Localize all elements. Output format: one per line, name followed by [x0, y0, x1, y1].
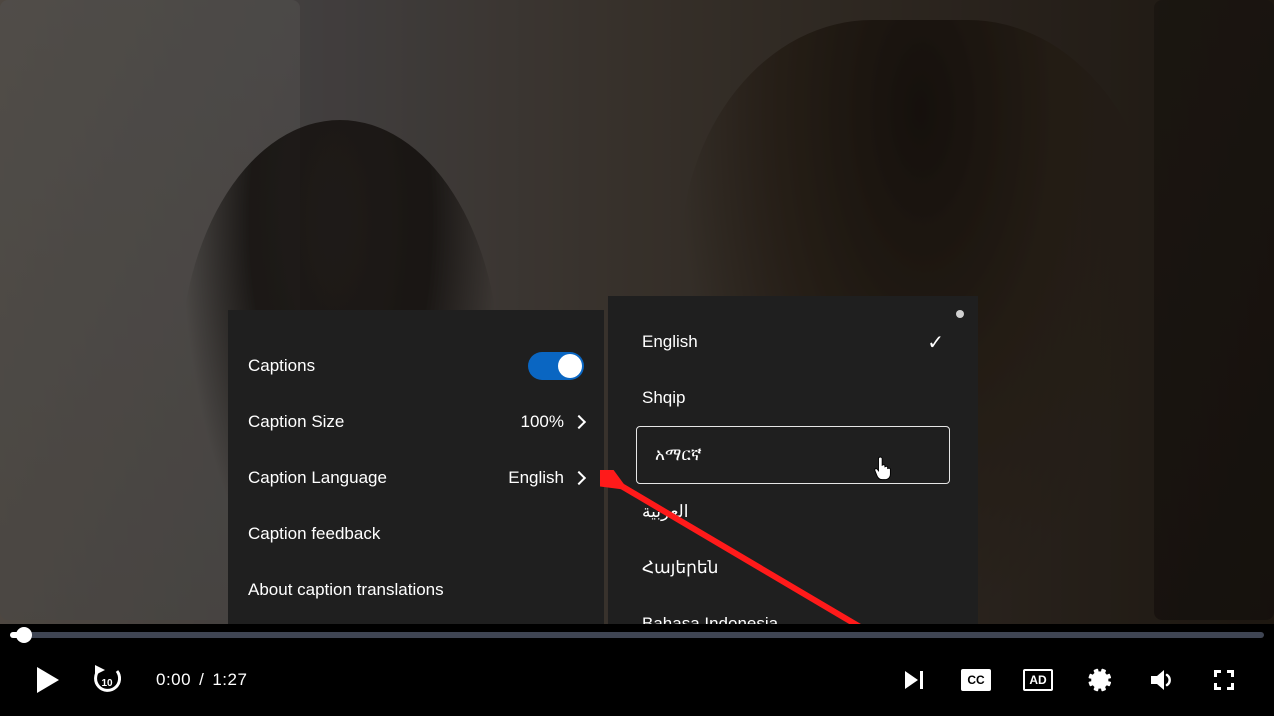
check-icon: ✓: [927, 330, 944, 355]
captions-settings-panel: Captions Caption Size 100% Caption Langu…: [228, 310, 604, 626]
language-option-label: English: [642, 332, 698, 352]
language-option-label: Հայերեն: [642, 558, 718, 578]
scrollbar-thumb[interactable]: [956, 310, 964, 318]
rewind-10-button[interactable]: 10: [88, 664, 126, 696]
play-button[interactable]: [32, 664, 64, 696]
controls-row: 10 0:00 / 1:27 CC AD: [0, 650, 1274, 710]
time-display: 0:00 / 1:27: [156, 670, 247, 690]
language-option-label: Shqip: [642, 388, 685, 408]
time-separator: /: [199, 670, 204, 690]
play-icon: [35, 665, 61, 695]
video-player: Captions Caption Size 100% Caption Langu…: [0, 0, 1274, 716]
settings-button[interactable]: [1084, 664, 1116, 696]
right-controls: CC AD: [898, 664, 1274, 696]
caption-size-row[interactable]: Caption Size 100%: [228, 394, 604, 450]
next-icon: [902, 668, 926, 692]
caption-language-list-panel: English ✓ Shqip አማርኛ العربية Հայերեն Bah…: [608, 296, 978, 628]
language-option-shqip[interactable]: Shqip: [636, 370, 950, 426]
pointer-cursor-icon: [873, 455, 895, 481]
next-button[interactable]: [898, 664, 930, 696]
captions-toggle[interactable]: [528, 352, 584, 380]
progress-thumb[interactable]: [16, 627, 32, 643]
caption-feedback-row[interactable]: Caption feedback: [228, 506, 604, 562]
language-option-label: العربية: [642, 502, 688, 522]
progress-bar[interactable]: [10, 632, 1264, 638]
toggle-knob: [558, 354, 582, 378]
player-controls: 10 0:00 / 1:27 CC AD: [0, 624, 1274, 716]
language-option-english[interactable]: English ✓: [636, 314, 950, 370]
caption-language-label: Caption Language: [248, 468, 387, 488]
ad-icon: AD: [1023, 669, 1053, 691]
about-translations-row[interactable]: About caption translations: [228, 562, 604, 618]
caption-language-value: English: [508, 468, 564, 488]
left-controls: 10 0:00 / 1:27: [0, 664, 247, 696]
svg-text:10: 10: [101, 678, 113, 689]
about-translations-label: About caption translations: [248, 580, 444, 600]
current-time: 0:00: [156, 670, 191, 690]
audio-description-button[interactable]: AD: [1022, 664, 1054, 696]
language-option-label: አማርኛ: [655, 445, 702, 465]
caption-language-row[interactable]: Caption Language English: [228, 450, 604, 506]
fullscreen-icon: [1212, 668, 1236, 692]
fullscreen-button[interactable]: [1208, 664, 1240, 696]
caption-size-label: Caption Size: [248, 412, 344, 432]
language-option-amharic[interactable]: አማርኛ: [636, 426, 950, 484]
rewind-10-icon: 10: [89, 665, 125, 695]
closed-captions-button[interactable]: CC: [960, 664, 992, 696]
chevron-right-icon: [572, 415, 586, 429]
duration: 1:27: [212, 670, 247, 690]
captions-toggle-label: Captions: [248, 356, 315, 376]
language-option-arabic[interactable]: العربية: [636, 484, 950, 540]
gear-icon: [1087, 667, 1113, 693]
chevron-right-icon: [572, 471, 586, 485]
language-option-armenian[interactable]: Հայերեն: [636, 540, 950, 596]
volume-icon: [1149, 667, 1175, 693]
cc-icon: CC: [961, 669, 991, 691]
volume-button[interactable]: [1146, 664, 1178, 696]
captions-toggle-row: Captions: [228, 338, 604, 394]
language-list: English ✓ Shqip አማርኛ العربية Հայերեն Bah…: [608, 296, 978, 628]
caption-feedback-label: Caption feedback: [248, 524, 380, 544]
caption-size-value: 100%: [521, 412, 564, 432]
